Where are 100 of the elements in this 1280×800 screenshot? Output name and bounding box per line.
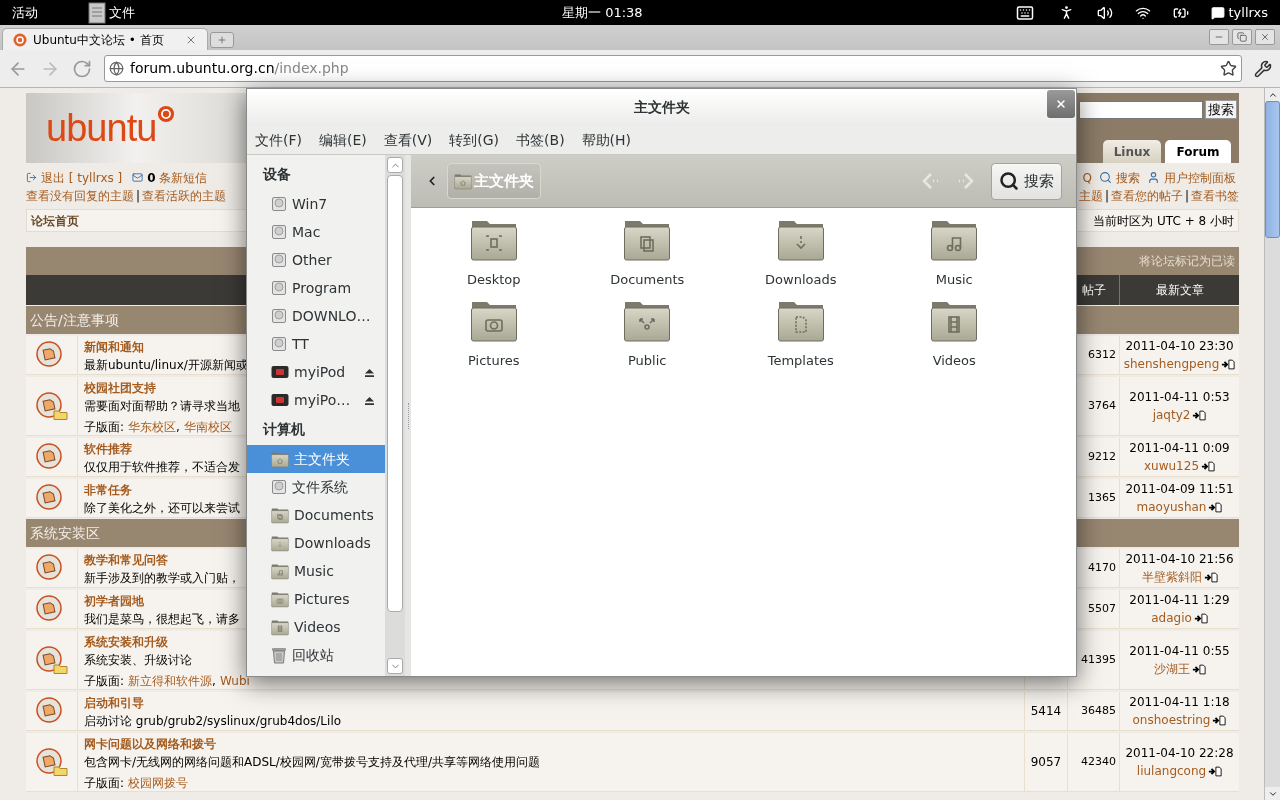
menu-item[interactable]: 编辑(E) — [319, 129, 367, 151]
go-to-post-icon[interactable] — [1208, 765, 1223, 777]
folder-label: Templates — [767, 351, 834, 370]
forum-title-link[interactable]: 教学和常见问答 — [84, 551, 168, 569]
sidebar-item[interactable]: 文件系统 — [247, 473, 385, 501]
forum-description: 包含网卡/无线网的网络问题和ADSL/校园网/宽带拨号支持及代理/共享等网络使用问题 — [84, 754, 540, 771]
forum-tab[interactable]: Forum — [1165, 140, 1231, 163]
latest-post-author[interactable]: xuwu125 — [1144, 457, 1199, 475]
page-scrollbar[interactable] — [1264, 88, 1280, 800]
go-to-post-icon[interactable] — [1193, 612, 1208, 624]
latest-post-author[interactable]: liulangcong — [1136, 762, 1207, 780]
folder-label: Videos — [932, 351, 976, 370]
sidebar-item[interactable]: myiPo… — [247, 386, 385, 414]
search-button[interactable]: 搜索 — [1205, 100, 1237, 119]
go-to-post-icon[interactable] — [1212, 714, 1227, 726]
go-to-post-icon[interactable] — [1203, 571, 1218, 583]
folder-item[interactable]: Music — [877, 218, 1031, 290]
eject-icon[interactable] — [364, 395, 375, 405]
drive-icon — [271, 336, 287, 352]
settings-icon[interactable] — [1254, 59, 1272, 78]
go-to-post-icon[interactable] — [1221, 358, 1236, 370]
menu-item[interactable]: 转到(G) — [449, 129, 500, 151]
latest-post-author[interactable]: shenshengpeng — [1123, 355, 1220, 373]
menu-item[interactable]: 查看(V) — [383, 129, 433, 151]
app-menu[interactable]: 文件 — [109, 2, 135, 23]
subforum-link[interactable]: 华南校区 — [183, 418, 232, 436]
close-button[interactable] — [1255, 29, 1275, 45]
forum-link[interactable]: Q — [1082, 168, 1092, 187]
forum-tab[interactable]: Linux — [1103, 140, 1161, 163]
forum-description: 除了美化之外，还可以来尝试 — [84, 500, 240, 517]
volume-icon[interactable] — [1096, 4, 1113, 21]
user-menu[interactable]: tyllrxs — [1228, 2, 1268, 23]
folder-item[interactable]: Downloads — [724, 218, 878, 290]
forum-title-link[interactable]: 非常任务 — [84, 481, 132, 499]
sidebar-item[interactable]: Mac — [247, 218, 385, 246]
search-button[interactable]: 搜索 — [991, 162, 1062, 200]
messages-link[interactable]: 0 条新短信 — [147, 168, 208, 187]
folder-label: Downloads — [765, 271, 837, 289]
folder-item[interactable]: Desktop — [417, 218, 571, 290]
forum-title-link[interactable]: 网卡问题以及网络和拨号 — [84, 735, 216, 753]
search-icon — [999, 171, 1019, 191]
menu-item[interactable]: 书签(B) — [516, 129, 565, 151]
go-to-post-icon[interactable] — [1191, 663, 1206, 675]
clock[interactable]: 星期一 01:38 — [562, 2, 643, 23]
forum-title-link[interactable]: 初学者园地 — [84, 592, 144, 610]
sidebar-item[interactable]: Music — [247, 557, 385, 585]
sidebar-item[interactable]: Videos — [247, 613, 385, 641]
folder-item[interactable]: Documents — [570, 218, 724, 290]
sidebar-section-title: 设备 — [261, 165, 292, 184]
forum-link[interactable]: 查看没有回复的主题 — [26, 186, 134, 205]
latest-post-author[interactable]: jaqty2 — [1152, 406, 1191, 424]
subforum-link[interactable]: 校园网拨号 — [128, 774, 189, 792]
latest-post-author[interactable]: onshoestring — [1132, 711, 1211, 729]
bookmark-star-icon[interactable] — [1220, 60, 1237, 77]
subforum-link[interactable]: Wubi — [219, 672, 250, 690]
forum-with-subforums-icon — [34, 645, 69, 675]
maximize-button[interactable] — [1232, 29, 1252, 45]
forum-title-link[interactable]: 系统安装和升级 — [84, 633, 168, 651]
latest-post-author[interactable]: 沙湖王 — [1153, 660, 1190, 678]
search-field[interactable] — [1079, 100, 1203, 119]
forum-link[interactable]: 搜索 — [1116, 168, 1140, 187]
go-to-post-icon[interactable] — [1208, 501, 1223, 513]
activities-button[interactable]: 活动 — [12, 2, 38, 23]
forum-link[interactable]: 主题 — [1078, 186, 1103, 205]
forum-link[interactable]: 查看您的帖子 — [1110, 186, 1183, 205]
circle-of-friends-icon — [156, 105, 175, 123]
forum-description: 系统安装、升级讨论 — [84, 652, 192, 669]
menu-item[interactable]: 帮助(H) — [581, 129, 632, 151]
forum-title-link[interactable]: 校园社团支持 — [84, 379, 156, 397]
latest-post-time: 2011-04-11 0:55 — [1129, 643, 1230, 660]
latest-post-author[interactable]: maoyushan — [1136, 498, 1207, 516]
sidebar-item[interactable]: Pictures — [247, 585, 385, 613]
breadcrumb-link[interactable]: 论坛首页 — [31, 211, 79, 230]
forum-link[interactable]: 用户控制面板 — [1164, 168, 1236, 187]
forum-link[interactable]: 查看书签 — [1191, 186, 1239, 205]
forum-title-link[interactable]: 启动和引导 — [84, 694, 144, 712]
browser-tab[interactable]: Ubuntu中文论坛 • 首页 — [2, 28, 208, 50]
forum-description: 启动讨论 grub/grub2/syslinux/grub4dos/Lilo — [84, 713, 342, 730]
address-bar[interactable]: forum.ubuntu.org.cn/index.php — [104, 55, 1242, 82]
sidebar-item[interactable]: Other — [247, 246, 385, 274]
close-button[interactable] — [1047, 90, 1075, 118]
logout-icon — [26, 172, 37, 183]
sidebar-item[interactable]: Win7 — [247, 190, 385, 218]
forum-title-link[interactable]: 新闻和通知 — [84, 338, 144, 356]
menu-item[interactable]: 文件(F) — [255, 129, 302, 151]
separator: | — [1184, 187, 1189, 205]
sidebar-item[interactable]: Program — [247, 274, 385, 302]
logout-link[interactable]: 退出 [ tyllrxs ] — [41, 168, 123, 187]
eject-icon[interactable] — [364, 367, 375, 377]
go-to-post-icon[interactable] — [1192, 409, 1207, 421]
latest-post-author[interactable]: adagio — [1151, 609, 1192, 627]
forum-title-link[interactable]: 软件推荐 — [84, 440, 132, 458]
scrollbar-thumb[interactable] — [1265, 101, 1280, 238]
topics-count: 5414 — [1030, 703, 1062, 720]
sidebar-item[interactable]: 回收站 — [247, 641, 385, 669]
go-to-post-icon[interactable] — [1201, 460, 1215, 472]
latest-post-author[interactable]: 半壁紫斜阳 — [1141, 568, 1202, 586]
sidebar-item[interactable]: myiPod — [247, 358, 385, 386]
close-icon — [1260, 32, 1270, 42]
forum-link[interactable]: 查看活跃的主题 — [142, 186, 227, 205]
